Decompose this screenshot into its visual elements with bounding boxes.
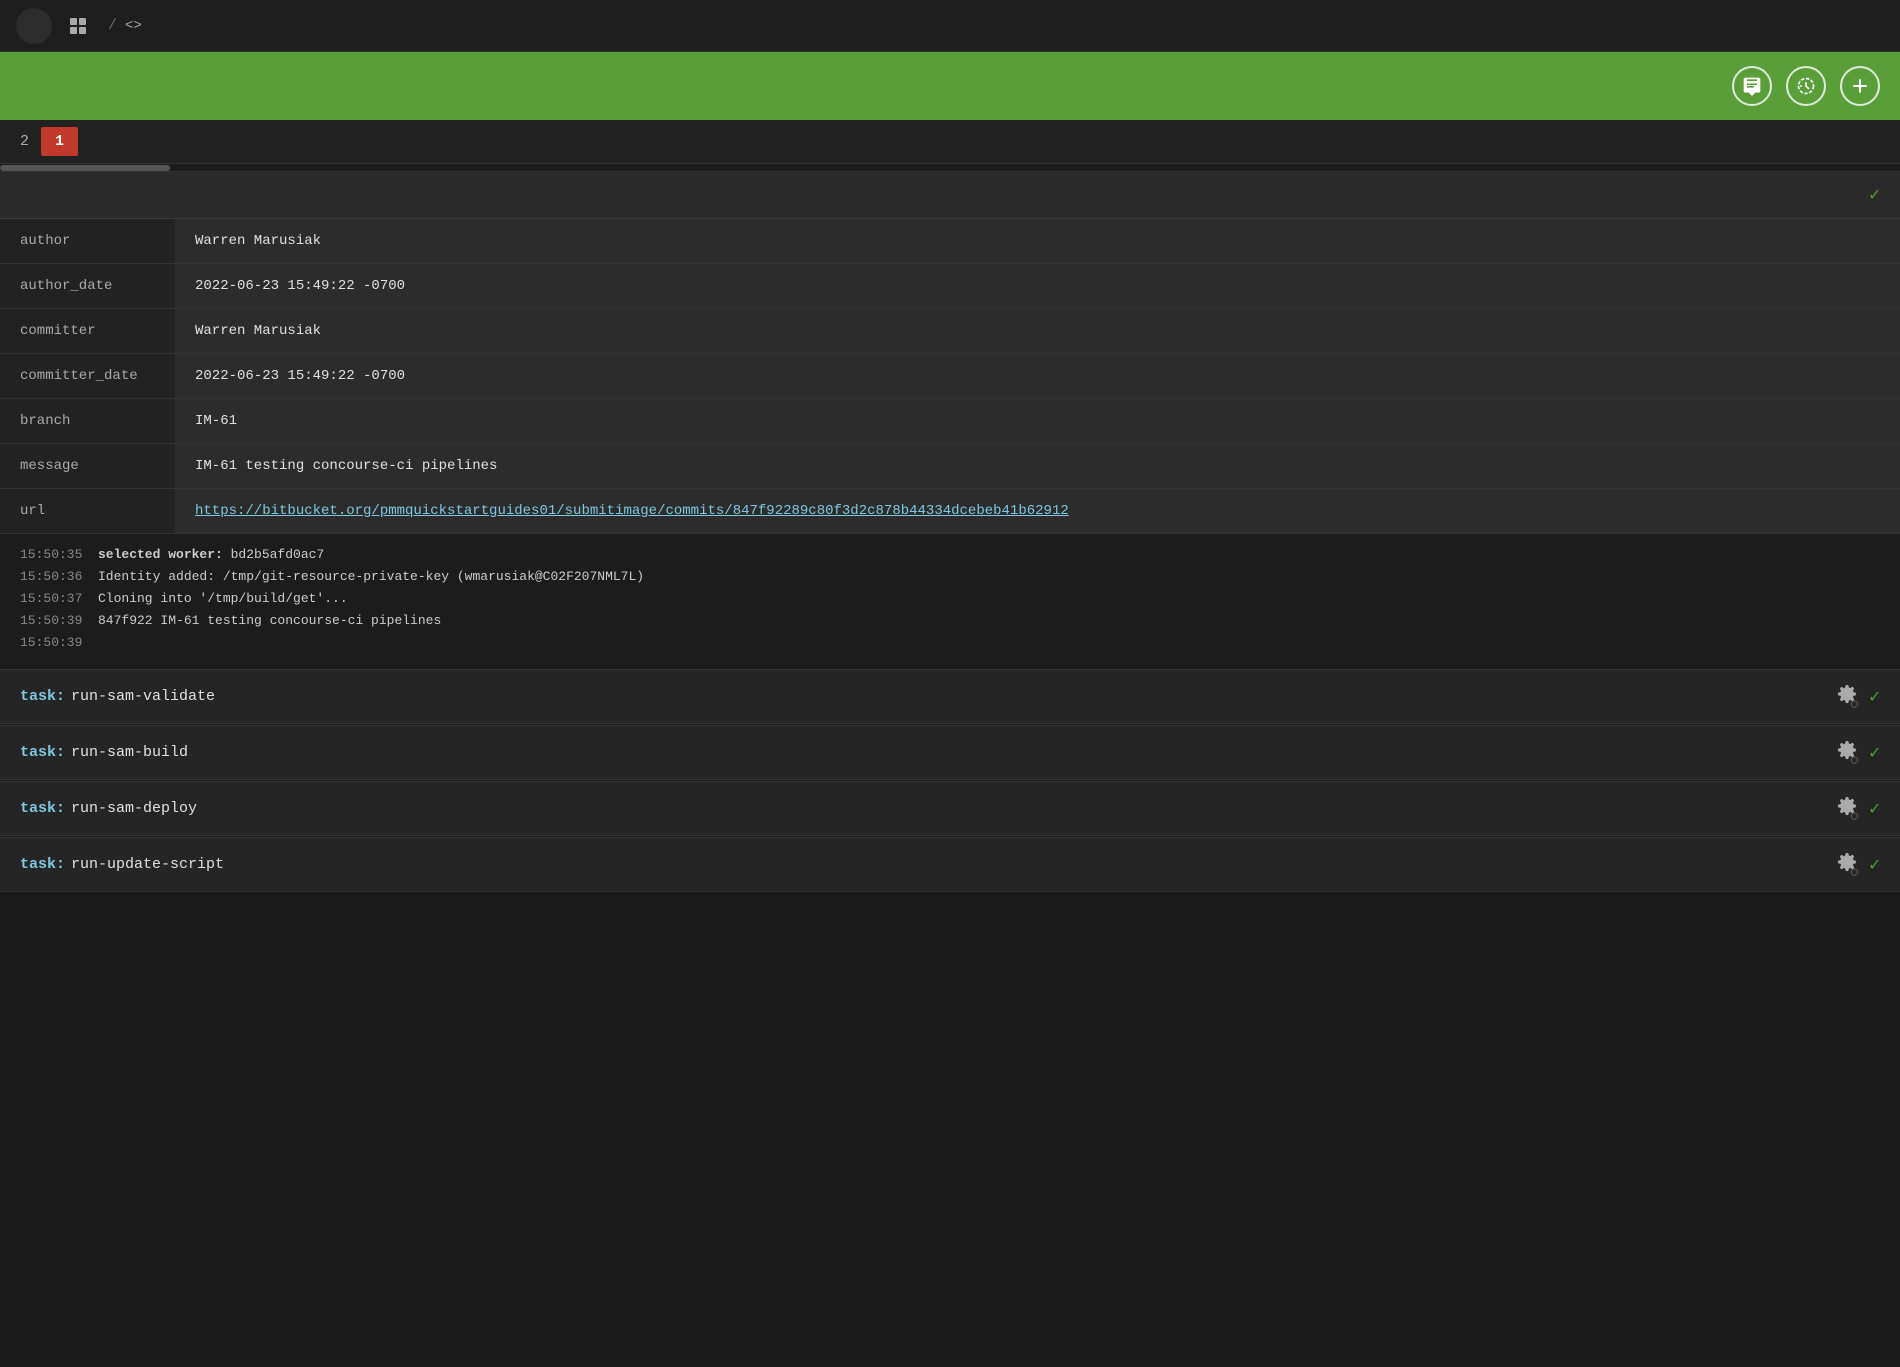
sep1: / <box>108 17 117 34</box>
meta-val-author: Warren Marusiak <box>175 219 1900 264</box>
log-text-3: 847f922 IM-61 testing concourse-ci pipel… <box>98 610 441 632</box>
tab-2[interactable]: 2 <box>8 125 41 158</box>
gear-icon-1[interactable]: ⬡ <box>1837 740 1857 765</box>
meta-key-message: message <box>0 444 175 489</box>
log-line-3: 15:50:39 847f922 IM-61 testing concourse-… <box>20 610 1880 632</box>
meta-val-message: IM-61 testing concourse-ci pipelines <box>175 444 1900 489</box>
task-check-icon-0: ✓ <box>1869 686 1880 708</box>
task-label-2: task: <box>20 800 65 817</box>
task-label-1: task: <box>20 744 65 761</box>
pipeline-title <box>20 74 33 99</box>
task-check-icon-2: ✓ <box>1869 798 1880 820</box>
meta-key-committer_date: committer_date <box>0 354 175 399</box>
meta-link-url[interactable]: https://bitbucket.org/pmmquickstartguide… <box>195 503 1069 519</box>
task-name-3: run-update-script <box>71 856 224 873</box>
log-line-1: 15:50:36 Identity added: /tmp/git-resourc… <box>20 566 1880 588</box>
ref-area: ✓ <box>1841 184 1880 206</box>
task-row-run-sam-validate[interactable]: task:run-sam-validate ⬡✓ <box>0 669 1900 724</box>
comment-button[interactable] <box>1732 66 1772 106</box>
task-check-icon-1: ✓ <box>1869 742 1880 764</box>
task-check-icon-3: ✓ <box>1869 854 1880 876</box>
task-actions-2: ⬡✓ <box>1837 796 1880 821</box>
task-name-0: run-sam-validate <box>71 688 215 705</box>
task-actions-0: ⬡✓ <box>1837 684 1880 709</box>
tab-bar: 2 1 <box>0 120 1900 164</box>
scroll-area[interactable] <box>0 164 1900 172</box>
task-actions-1: ⬡✓ <box>1837 740 1880 765</box>
task-name-2: run-sam-deploy <box>71 800 197 817</box>
pipeline-header <box>0 52 1900 120</box>
log-line-2: 15:50:37 Cloning into '/tmp/build/get'... <box>20 588 1880 610</box>
add-button[interactable] <box>1840 66 1880 106</box>
grid-icon[interactable] <box>64 12 92 40</box>
task-actions-3: ⬡✓ <box>1837 852 1880 877</box>
app-logo[interactable] <box>16 8 52 44</box>
task-label-0: task: <box>20 688 65 705</box>
meta-key-url: url <box>0 489 175 534</box>
log-line-0: 15:50:35 selected worker: bd2b5afd0ac7 <box>20 544 1880 566</box>
rerun-button[interactable] <box>1786 66 1826 106</box>
meta-row-url: url https://bitbucket.org/pmmquickstartgu… <box>0 489 1900 534</box>
metadata-table: authorWarren Marusiakauthor_date2022-06-… <box>0 219 1900 534</box>
breadcrumb: / <> <box>100 17 150 34</box>
meta-key-author: author <box>0 219 175 264</box>
meta-row-message: messageIM-61 testing concourse-ci pipeli… <box>0 444 1900 489</box>
gear-icon-2[interactable]: ⬡ <box>1837 796 1857 821</box>
meta-val-branch: IM-61 <box>175 399 1900 444</box>
meta-key-branch: branch <box>0 399 175 444</box>
scroll-thumb[interactable] <box>0 165 170 171</box>
meta-row-branch: branchIM-61 <box>0 399 1900 444</box>
main-content: ✓ authorWarren Marusiakauthor_date2022-0… <box>0 172 1900 892</box>
gear-icon-0[interactable]: ⬡ <box>1837 684 1857 709</box>
log-line-4: 15:50:39 <box>20 632 1880 654</box>
meta-row-author_date: author_date2022-06-23 15:49:22 -0700 <box>0 264 1900 309</box>
meta-key-committer: committer <box>0 309 175 354</box>
log-time-1: 15:50:36 <box>20 566 84 588</box>
meta-val-committer_date: 2022-06-23 15:49:22 -0700 <box>175 354 1900 399</box>
ref-check-icon: ✓ <box>1869 184 1880 206</box>
tab-1-active[interactable]: 1 <box>41 127 78 156</box>
meta-val-committer: Warren Marusiak <box>175 309 1900 354</box>
gear-icon-3[interactable]: ⬡ <box>1837 852 1857 877</box>
log-text-0: selected worker: bd2b5afd0ac7 <box>98 544 324 566</box>
meta-row-committer: committerWarren Marusiak <box>0 309 1900 354</box>
meta-val-url[interactable]: https://bitbucket.org/pmmquickstartguide… <box>175 489 1900 534</box>
meta-key-author_date: author_date <box>0 264 175 309</box>
task-row-run-sam-build[interactable]: task:run-sam-build ⬡✓ <box>0 725 1900 780</box>
log-time-2: 15:50:37 <box>20 588 84 610</box>
log-section: 15:50:35selected worker: bd2b5afd0ac715:… <box>0 534 1900 668</box>
log-time-4: 15:50:39 <box>20 632 84 654</box>
log-time-3: 15:50:39 <box>20 610 84 632</box>
task-label-3: task: <box>20 856 65 873</box>
get-repo-header: ✓ <box>0 172 1900 219</box>
top-nav: / <> <box>0 0 1900 52</box>
code-icon: <> <box>125 18 142 34</box>
meta-row-committer_date: committer_date2022-06-23 15:49:22 -0700 <box>0 354 1900 399</box>
meta-val-author_date: 2022-06-23 15:49:22 -0700 <box>175 264 1900 309</box>
log-text-2: Cloning into '/tmp/build/get'... <box>98 588 348 610</box>
task-row-run-update-script[interactable]: task:run-update-script ⬡✓ <box>0 837 1900 892</box>
log-text-1: Identity added: /tmp/git-resource-privat… <box>98 566 644 588</box>
header-actions <box>1732 66 1880 106</box>
meta-row-author: authorWarren Marusiak <box>0 219 1900 264</box>
task-row-run-sam-deploy[interactable]: task:run-sam-deploy ⬡✓ <box>0 781 1900 836</box>
task-name-1: run-sam-build <box>71 744 188 761</box>
log-time-0: 15:50:35 <box>20 544 84 566</box>
